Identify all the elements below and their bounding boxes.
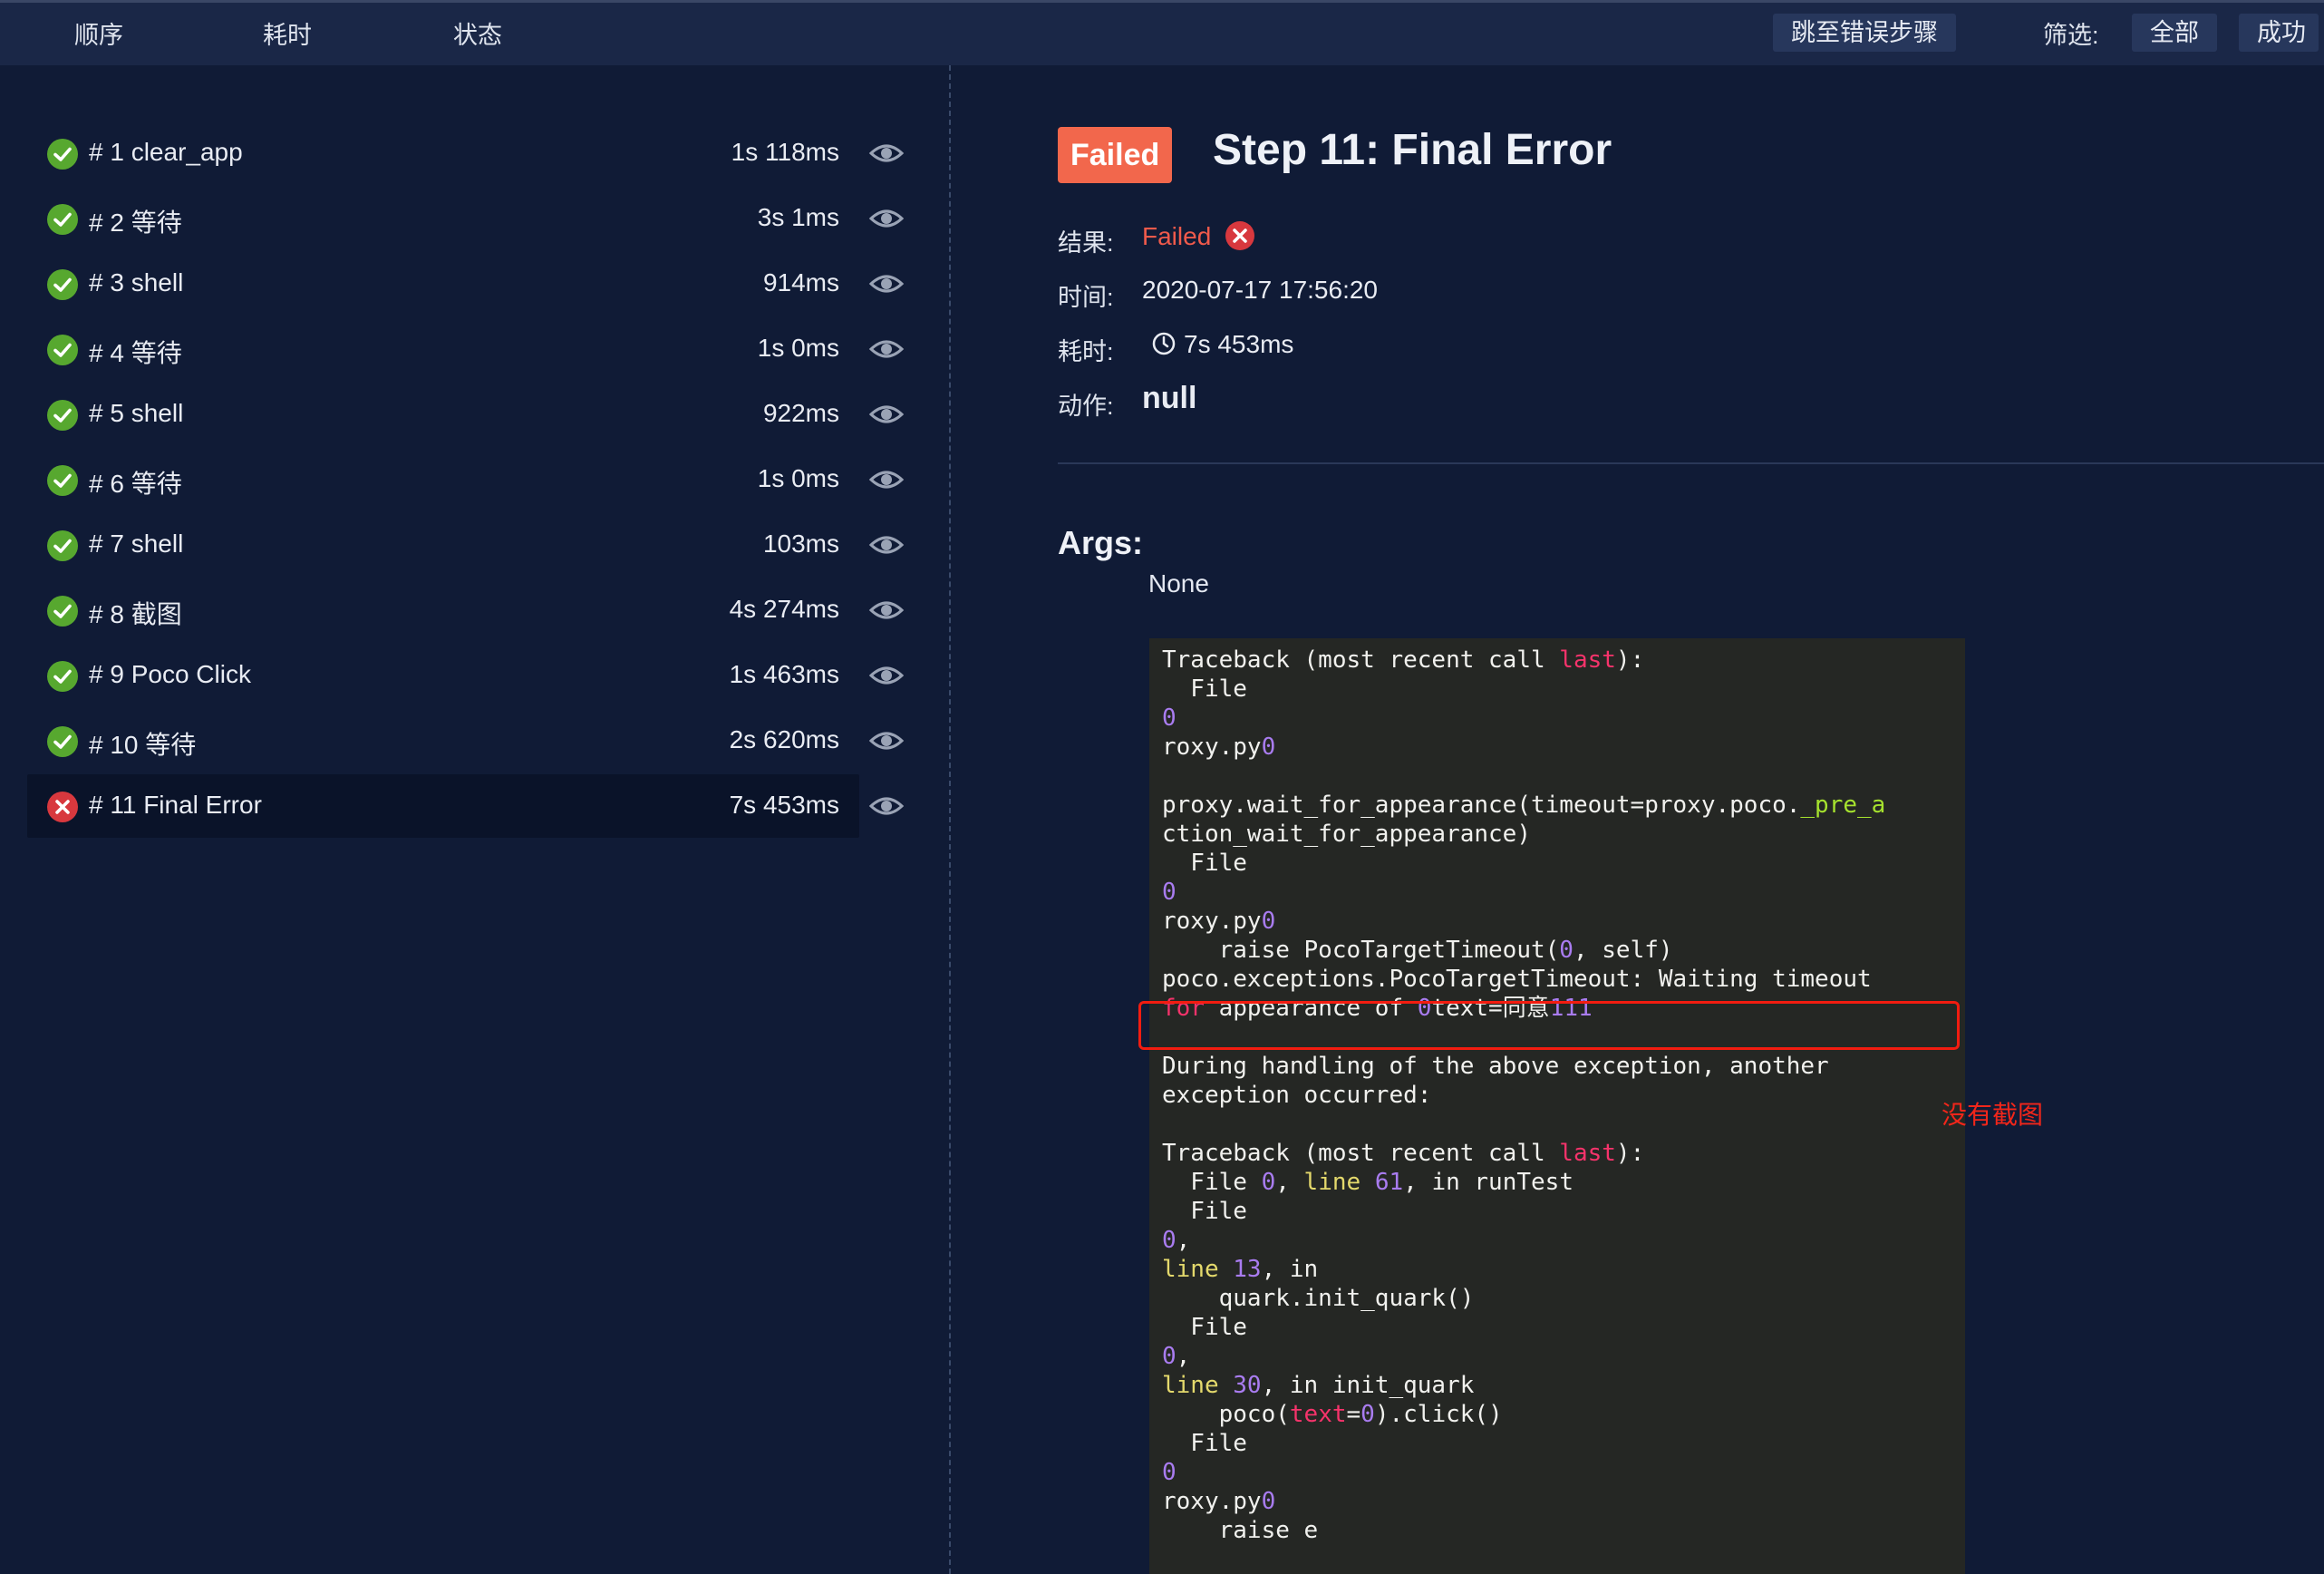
time-label: 时间: (1058, 284, 1114, 311)
success-check-icon (47, 661, 78, 692)
step-row[interactable]: # 3 shell 914ms (27, 252, 905, 316)
no-screenshot-annotation: 没有截图 (1942, 1101, 2044, 1129)
action-value: null (1142, 381, 1197, 415)
step-row[interactable]: # 8 截图 4s 274ms (27, 578, 905, 642)
success-check-icon (47, 596, 78, 627)
status-badge: Failed (1058, 127, 1173, 183)
result-label: 结果: (1058, 229, 1114, 257)
step-title: Step 11: Final Error (1213, 126, 1612, 174)
step-duration: 103ms (762, 530, 839, 558)
eye-icon[interactable] (868, 792, 905, 820)
step-duration: 922ms (762, 399, 839, 427)
traceback-block: Traceback (most recent call last): File … (1149, 638, 1965, 1574)
step-duration: 914ms (762, 268, 839, 296)
duration-text: 7s 453ms (1184, 330, 1294, 358)
step-name: # 10 等待 (89, 731, 197, 759)
success-check-icon (47, 139, 78, 170)
step-name: # 6 等待 (89, 470, 182, 498)
success-check-icon (47, 269, 78, 300)
step-name: # 4 等待 (89, 339, 182, 367)
step-duration: 1s 118ms (731, 138, 839, 166)
filter-success-button[interactable]: 成功 (2239, 14, 2319, 52)
time-value: 2020-07-17 17:56:20 (1142, 276, 1378, 304)
step-row[interactable]: # 1 clear_app 1s 118ms (27, 121, 905, 185)
sort-by-status[interactable]: 状态 (453, 15, 502, 51)
step-row[interactable]: # 4 等待 1s 0ms (27, 317, 905, 381)
eye-icon[interactable] (868, 466, 905, 493)
top-toolbar: 顺序 耗时 状态 跳至错误步骤 筛选: 全部 成功 (0, 0, 2324, 65)
step-duration: 3s 1ms (757, 203, 839, 231)
step-name: # 3 shell (89, 268, 184, 296)
eye-icon[interactable] (868, 662, 905, 689)
step-name: # 9 Poco Click (89, 660, 251, 688)
success-check-icon (47, 335, 78, 365)
filter-label: 筛选: (2043, 22, 2099, 49)
step-name: # 7 shell (89, 530, 184, 558)
step-row[interactable]: # 5 shell 922ms (27, 383, 905, 446)
step-name: # 2 等待 (89, 209, 182, 237)
failed-icon (47, 792, 78, 822)
traceback-text: Traceback (most recent call last): File … (1162, 646, 1886, 1544)
step-row[interactable]: # 11 Final Error 7s 453ms (27, 774, 905, 838)
eye-icon[interactable] (868, 597, 905, 624)
eye-icon[interactable] (868, 727, 905, 754)
step-row[interactable]: # 7 shell 103ms (27, 513, 905, 577)
step-duration: 2s 620ms (729, 725, 839, 753)
step-duration: 1s 463ms (729, 660, 839, 688)
step-duration: 1s 0ms (757, 464, 839, 492)
step-row[interactable]: # 9 Poco Click 1s 463ms (27, 644, 905, 707)
success-check-icon (47, 204, 78, 235)
eye-icon[interactable] (868, 140, 905, 167)
result-text: Failed (1142, 222, 1212, 250)
step-duration: 7s 453ms (729, 791, 839, 819)
success-check-icon (47, 465, 78, 496)
step-name: # 11 Final Error (89, 791, 262, 819)
error-highlight-box (1138, 1001, 1960, 1050)
sort-by-order[interactable]: 顺序 (74, 15, 123, 51)
eye-icon[interactable] (868, 335, 905, 363)
eye-icon[interactable] (868, 401, 905, 428)
step-duration: 4s 274ms (729, 595, 839, 623)
step-name: # 1 clear_app (89, 138, 243, 166)
sort-by-duration[interactable]: 耗时 (263, 15, 312, 51)
panel-divider (949, 65, 951, 1574)
eye-icon[interactable] (868, 205, 905, 232)
eye-icon[interactable] (868, 531, 905, 559)
duration-label: 耗时: (1058, 338, 1114, 365)
duration-value: 7s 453ms (1151, 330, 1293, 363)
success-check-icon (47, 530, 78, 561)
step-duration: 1s 0ms (757, 334, 839, 362)
result-value: Failed (1142, 221, 1255, 251)
step-name: # 5 shell (89, 399, 184, 427)
clock-icon (1151, 331, 1177, 363)
jump-to-error-button[interactable]: 跳至错误步骤 (1773, 14, 1956, 52)
section-divider (1058, 462, 2324, 464)
step-name: # 8 截图 (89, 600, 182, 628)
action-label: 动作: (1058, 393, 1114, 420)
args-title: Args: (1058, 524, 1144, 561)
filter-all-button[interactable]: 全部 (2132, 14, 2217, 52)
args-value: None (1148, 569, 1209, 598)
step-row[interactable]: # 10 等待 2s 620ms (27, 709, 905, 772)
step-row[interactable]: # 2 等待 3s 1ms (27, 187, 905, 250)
eye-icon[interactable] (868, 270, 905, 297)
success-check-icon (47, 400, 78, 431)
step-row[interactable]: # 6 等待 1s 0ms (27, 448, 905, 511)
success-check-icon (47, 726, 78, 757)
failed-icon (1225, 221, 1255, 250)
